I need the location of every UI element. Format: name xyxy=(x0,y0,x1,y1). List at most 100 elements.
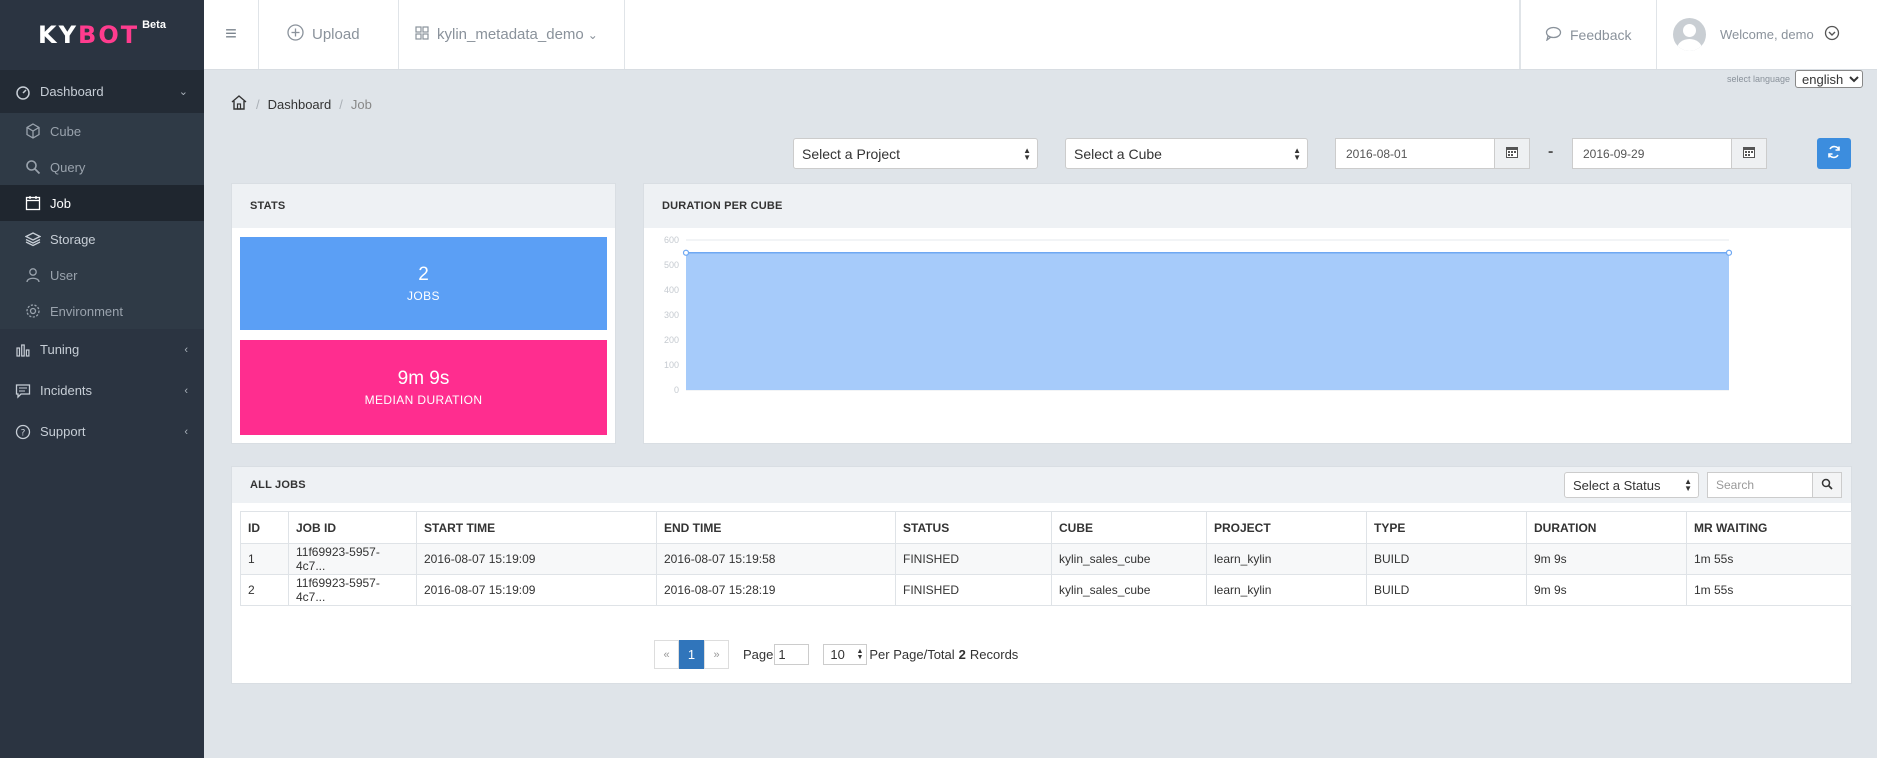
data-point xyxy=(1725,249,1733,256)
svg-text:?: ? xyxy=(21,428,26,438)
sidebar-item-environment[interactable]: Environment xyxy=(0,293,204,329)
cell-type: BUILD xyxy=(1366,574,1527,606)
y-tick-label: 500 xyxy=(664,260,679,270)
status-select[interactable]: Select a Status ▲ ▼ xyxy=(1564,472,1699,498)
cell-job-id: 11f69923-5957-4c7... xyxy=(288,543,417,575)
brand-ky: KY xyxy=(38,21,79,49)
grid-icon xyxy=(415,25,429,44)
calendar-icon xyxy=(1742,145,1756,162)
column-header-project[interactable]: PROJECT xyxy=(1206,511,1367,544)
sidebar-item-label: Job xyxy=(50,195,71,211)
table-row[interactable]: 2 11f69923-5957-4c7... 2016-08-07 15:19:… xyxy=(240,574,1852,606)
column-header-status[interactable]: STATUS xyxy=(895,511,1052,544)
sidebar-item-job[interactable]: Job xyxy=(0,185,204,221)
select-caret-icon: ▲ ▼ xyxy=(856,647,864,661)
search-icon xyxy=(1821,478,1833,493)
search-icon xyxy=(24,158,42,176)
breadcrumb-dashboard[interactable]: Dashboard xyxy=(268,97,332,112)
project-select[interactable]: Select a Project ▲ ▼ xyxy=(793,138,1038,169)
chart-panel-title: DURATION PER CUBE xyxy=(644,184,1851,228)
question-circle-icon: ? xyxy=(14,423,32,441)
language-select[interactable]: english xyxy=(1795,70,1863,88)
column-header-end-time[interactable]: END TIME xyxy=(656,511,896,544)
chevron-left-icon: ‹ xyxy=(184,343,188,356)
page-label: Page xyxy=(743,647,774,662)
date-from-value: 2016-08-01 xyxy=(1346,146,1408,161)
cell-id: 1 xyxy=(240,543,289,575)
sidebar-item-label: Environment xyxy=(50,303,123,319)
table-row[interactable]: 1 11f69923-5957-4c7... 2016-08-07 15:19:… xyxy=(240,543,1852,575)
date-to-input[interactable]: 2016-09-29 xyxy=(1572,138,1732,169)
all-jobs-panel: ALL JOBS Select a Status ▲ ▼ Search ID JO… xyxy=(231,466,1852,684)
per-page-text: Per Page/Total xyxy=(869,647,955,662)
per-page-select[interactable]: 10 ▲ ▼ xyxy=(823,644,868,665)
topbar-spacer xyxy=(625,0,1520,69)
chevron-left-icon: ‹ xyxy=(184,425,188,438)
cell-project: learn_kylin xyxy=(1206,543,1367,575)
sidebar-item-query[interactable]: Query xyxy=(0,149,204,185)
comment-icon xyxy=(14,382,32,400)
date-from-picker-button[interactable] xyxy=(1494,138,1530,169)
cell-cube: kylin_sales_cube xyxy=(1051,574,1207,606)
project-select-value: Select a Project xyxy=(802,145,901,162)
sidebar-item-tuning[interactable]: Tuning ‹ xyxy=(0,329,204,370)
column-header-type[interactable]: TYPE xyxy=(1366,511,1527,544)
top-bar: ≡ Upload kylin_metadata_demo ⌄ Feedback … xyxy=(204,0,1877,70)
project-dropdown[interactable]: kylin_metadata_demo ⌄ xyxy=(399,0,625,69)
date-range-separator: - xyxy=(1548,143,1554,160)
feedback-label: Feedback xyxy=(1570,26,1632,43)
cell-project: learn_kylin xyxy=(1206,574,1367,606)
date-from-input[interactable]: 2016-08-01 xyxy=(1335,138,1495,169)
pagination: « 1 » Page 1 10 ▲ ▼ Per Page/Total 2 Reco… xyxy=(654,640,1018,669)
brand-name: KYBOT xyxy=(38,21,139,49)
sidebar-item-label: User xyxy=(50,267,78,283)
sidebar-item-incidents[interactable]: Incidents ‹ xyxy=(0,370,204,411)
cell-duration: 9m 9s xyxy=(1526,543,1687,575)
date-to-picker-button[interactable] xyxy=(1731,138,1767,169)
page-number-input[interactable]: 1 xyxy=(774,644,810,665)
search-button[interactable] xyxy=(1812,472,1842,498)
brand-bot: BOT xyxy=(78,21,140,49)
column-header-job-id[interactable]: JOB ID xyxy=(288,511,417,544)
column-header-mr-waiting[interactable]: MR WAITING xyxy=(1686,511,1852,544)
sidebar-item-label: Cube xyxy=(50,123,82,139)
sidebar-item-support[interactable]: ? Support ‹ xyxy=(0,411,204,452)
sidebar-item-user[interactable]: User xyxy=(0,257,204,293)
feedback-button[interactable]: Feedback xyxy=(1520,0,1657,69)
next-page-button[interactable]: » xyxy=(704,640,729,669)
median-duration-card: 9m 9s MEDIAN DURATION xyxy=(240,340,607,435)
hamburger-icon: ≡ xyxy=(225,23,237,45)
cube-select[interactable]: Select a Cube ▲ ▼ xyxy=(1065,138,1308,169)
column-header-cube[interactable]: CUBE xyxy=(1051,511,1207,544)
sidebar-item-dashboard[interactable]: Dashboard ⌄ xyxy=(0,70,204,113)
chevron-down-circle-icon xyxy=(1824,25,1840,44)
column-header-duration[interactable]: DURATION xyxy=(1526,511,1687,544)
sidebar-item-storage[interactable]: Storage xyxy=(0,221,204,257)
y-tick-label: 400 xyxy=(664,285,679,295)
refresh-button[interactable] xyxy=(1817,138,1851,169)
comment-icon xyxy=(1545,26,1562,44)
user-menu[interactable]: Welcome, demo xyxy=(1657,0,1877,69)
home-icon[interactable] xyxy=(230,94,248,114)
gear-icon xyxy=(24,302,42,320)
sidebar: KYBOT Beta Dashboard ⌄ Cube Query Job St… xyxy=(0,0,204,758)
bar-chart-icon xyxy=(14,341,32,359)
prev-page-button[interactable]: « xyxy=(654,640,679,669)
search-input[interactable]: Search xyxy=(1707,472,1813,498)
hamburger-menu-button[interactable]: ≡ xyxy=(204,0,259,69)
sidebar-item-cube[interactable]: Cube xyxy=(0,113,204,149)
refresh-icon xyxy=(1827,145,1841,162)
page-1-button[interactable]: 1 xyxy=(679,640,704,669)
column-header-id[interactable]: ID xyxy=(240,511,289,544)
column-header-start-time[interactable]: START TIME xyxy=(416,511,657,544)
y-tick-label: 100 xyxy=(664,360,679,370)
cell-start-time: 2016-08-07 15:19:09 xyxy=(416,574,657,606)
data-point xyxy=(682,249,690,256)
cube-select-value: Select a Cube xyxy=(1074,145,1162,162)
kybot-logo[interactable]: KYBOT Beta xyxy=(0,0,204,70)
upload-button[interactable]: Upload xyxy=(259,0,399,69)
plus-circle-icon xyxy=(287,24,304,45)
stats-panel-title: STATS xyxy=(232,184,615,228)
breadcrumb: / Dashboard / Job xyxy=(230,94,372,114)
upload-label: Upload xyxy=(312,26,360,43)
